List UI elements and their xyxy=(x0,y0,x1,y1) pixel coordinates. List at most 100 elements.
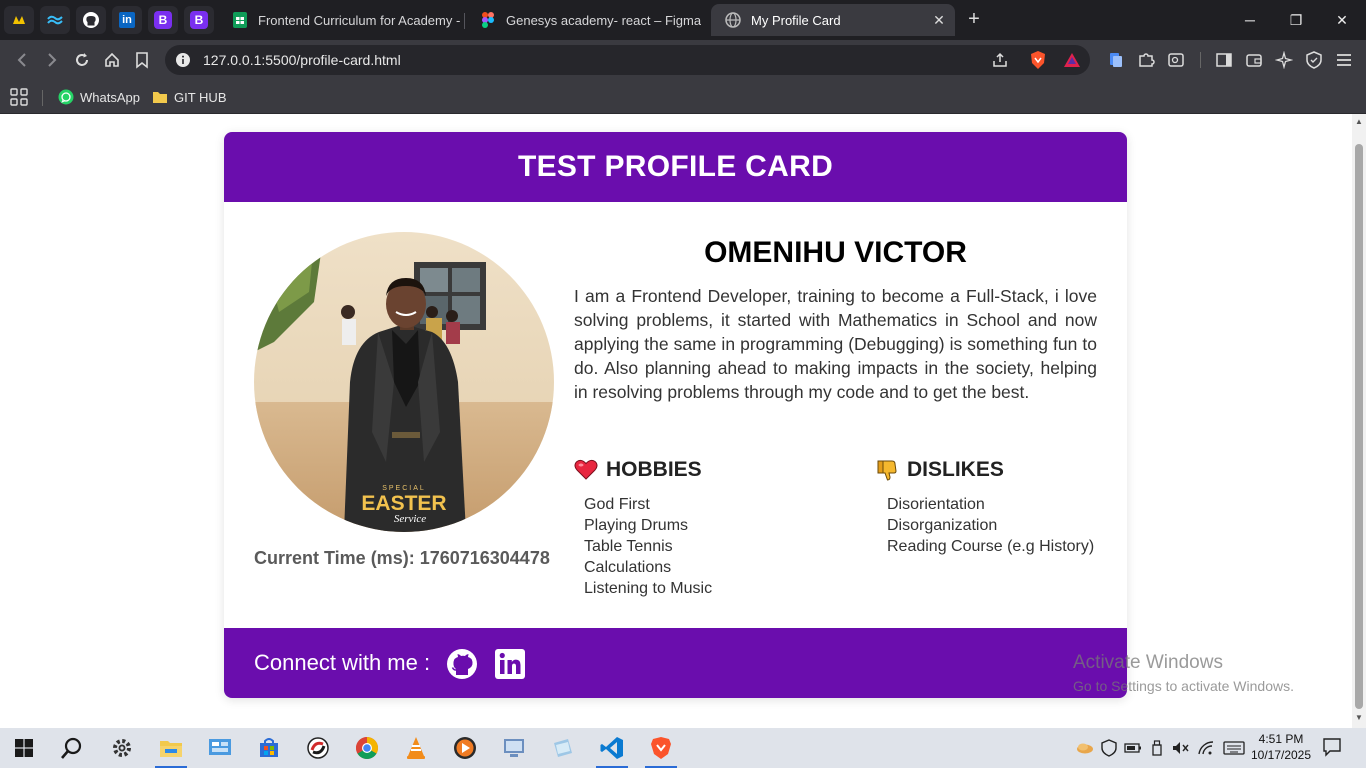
scroll-up-icon[interactable]: ▲ xyxy=(1355,118,1363,126)
weather-icon[interactable] xyxy=(1075,738,1095,758)
bookmarks-separator xyxy=(42,90,43,106)
taskbar-vscode[interactable] xyxy=(592,732,632,768)
whatsapp-icon xyxy=(58,89,74,105)
notes-icon xyxy=(554,739,572,757)
profile-photo: SPECIAL EASTER Service xyxy=(254,232,554,532)
linkedin-link[interactable] xyxy=(494,648,526,680)
taskbar-brave[interactable] xyxy=(641,732,681,768)
pinned-tab-bootstrap[interactable]: B xyxy=(148,6,178,34)
profile-name: OMENIHU VICTOR xyxy=(704,236,967,269)
wallet-icon[interactable] xyxy=(1242,48,1266,72)
minimize-button[interactable]: ─ xyxy=(1238,8,1262,32)
extension-toolbar xyxy=(1100,40,1366,80)
app-icon xyxy=(307,737,329,759)
windows-logo-icon xyxy=(15,739,33,757)
tailwind-icon xyxy=(47,15,63,25)
menu-icon[interactable] xyxy=(1332,48,1356,72)
restore-button[interactable]: ❐ xyxy=(1284,8,1308,32)
forward-icon[interactable] xyxy=(40,48,64,72)
clock-time: 4:51 PM xyxy=(1258,732,1304,746)
taskbar-media-player[interactable] xyxy=(445,732,485,764)
security-icon[interactable] xyxy=(1099,738,1119,758)
battery-icon[interactable] xyxy=(1123,738,1143,758)
brave-shields-icon[interactable] xyxy=(1029,50,1047,75)
page-viewport: TEST PROFILE CARD SPECIAL EASTER Service… xyxy=(0,114,1352,728)
bookmark-whatsapp[interactable]: WhatsApp xyxy=(58,87,140,107)
taskbar-control-panel[interactable] xyxy=(200,732,240,764)
current-time-label: Current Time (ms): xyxy=(254,548,420,568)
gear-icon xyxy=(113,739,131,757)
card-footer: Connect with me : xyxy=(224,628,1127,698)
reader-mode-icon[interactable] xyxy=(1164,48,1188,72)
taskbar-store[interactable] xyxy=(249,732,289,764)
dislike-item: Disorganization xyxy=(887,517,998,534)
store-icon xyxy=(260,738,278,757)
brave-icon xyxy=(651,737,671,759)
share-icon[interactable] xyxy=(991,51,1009,74)
bookmark-icon[interactable] xyxy=(130,48,154,72)
taskbar-clock[interactable]: 4:51 PM 10/17/2025 xyxy=(1248,731,1314,763)
reload-icon[interactable] xyxy=(70,48,94,72)
taskbar-file-explorer[interactable] xyxy=(151,732,191,768)
chrome-icon xyxy=(356,737,378,759)
tab-my-profile-card[interactable]: My Profile Card ✕ xyxy=(711,4,955,36)
address-bar[interactable]: 127.0.0.1:5500/profile-card.html xyxy=(165,45,1090,75)
keyboard-icon[interactable] xyxy=(1222,738,1246,758)
search-button[interactable] xyxy=(52,732,92,764)
linkedin-icon xyxy=(495,649,525,679)
current-time-value: 1760716304478 xyxy=(419,548,550,568)
usb-icon[interactable] xyxy=(1147,738,1167,758)
remote-desktop-icon xyxy=(504,739,524,757)
scroll-down-icon[interactable]: ▼ xyxy=(1355,714,1363,722)
pinned-tab-github[interactable] xyxy=(76,6,106,34)
bookmark-git-hub[interactable]: GIT HUB xyxy=(152,87,227,107)
github-link[interactable] xyxy=(446,648,478,680)
home-icon[interactable] xyxy=(100,48,124,72)
profile-card: TEST PROFILE CARD SPECIAL EASTER Service… xyxy=(224,132,1127,698)
scroll-thumb[interactable] xyxy=(1355,144,1363,709)
card-header: TEST PROFILE CARD xyxy=(224,132,1127,202)
tab-frontend-curriculum[interactable]: Frontend Curriculum for Academy - G xyxy=(218,4,462,36)
notifications-icon[interactable] xyxy=(1322,737,1342,757)
google-sheets-icon xyxy=(232,12,248,28)
control-panel-icon xyxy=(209,739,231,755)
taskbar-notes[interactable] xyxy=(543,732,583,764)
wifi-icon[interactable] xyxy=(1196,738,1216,758)
tab-genesys-figma[interactable]: Genesys academy- react – Figma xyxy=(466,4,706,36)
vpn-icon[interactable] xyxy=(1302,48,1326,72)
new-tab-button[interactable]: + xyxy=(962,8,986,32)
pinned-tab-brave-rewards[interactable] xyxy=(4,6,34,34)
dislike-item: Disorientation xyxy=(887,496,985,513)
figma-icon xyxy=(480,12,496,28)
close-window-button[interactable]: ✕ xyxy=(1330,8,1354,32)
site-info-icon[interactable] xyxy=(175,52,191,73)
browser-tab-strip: in B B Frontend Curriculum for Academy -… xyxy=(0,0,1366,40)
photo-caption-sub: Service xyxy=(394,513,426,525)
taskbar-settings[interactable] xyxy=(102,732,142,764)
pinned-tab-tailwind[interactable] xyxy=(40,6,70,34)
folder-icon xyxy=(152,90,168,104)
back-icon[interactable] xyxy=(10,48,34,72)
linkedin-icon: in xyxy=(119,12,135,28)
sidebar-icon[interactable] xyxy=(1212,48,1236,72)
taskbar-vlc[interactable] xyxy=(396,732,436,764)
leo-ai-icon[interactable] xyxy=(1272,48,1296,72)
pinned-tab-bootstrap-2[interactable]: B xyxy=(184,6,214,34)
page-scrollbar[interactable]: ▲ ▼ xyxy=(1352,114,1366,728)
taskbar-chrome[interactable] xyxy=(347,732,387,764)
apps-icon[interactable] xyxy=(10,87,28,107)
pinned-tab-linkedin[interactable]: in xyxy=(112,6,142,34)
search-icon xyxy=(61,737,82,759)
puzzle-icon[interactable] xyxy=(1134,48,1158,72)
hobby-item: Table Tennis xyxy=(584,538,673,555)
taskbar-remote-desktop[interactable] xyxy=(494,732,534,764)
volume-muted-icon[interactable] xyxy=(1170,738,1190,758)
brave-rewards-icon[interactable] xyxy=(1063,51,1081,74)
hobbies-heading: HOBBIES xyxy=(574,458,702,482)
close-tab-icon[interactable]: ✕ xyxy=(931,12,947,28)
extension-icon[interactable] xyxy=(1104,48,1128,72)
start-button[interactable] xyxy=(4,732,44,764)
taskbar-app[interactable] xyxy=(298,732,338,764)
dislikes-title: DISLIKES xyxy=(907,458,1004,481)
hobby-item: Playing Drums xyxy=(584,517,689,534)
